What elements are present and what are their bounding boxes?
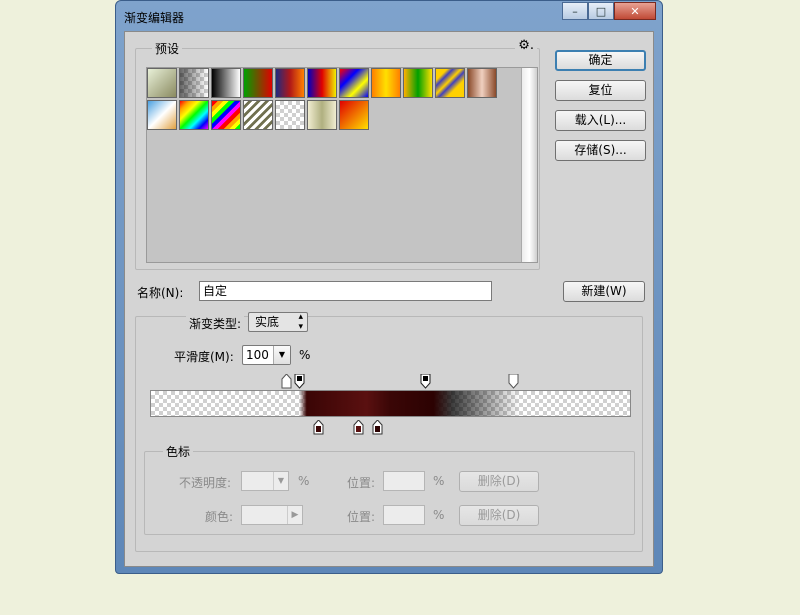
opacity-position-input[interactable] — [383, 471, 425, 491]
opacity-stop-3[interactable] — [420, 374, 431, 389]
presets-group: 预设 ⚙. — [135, 38, 540, 270]
color-swatch-field[interactable]: ▶ — [241, 505, 303, 525]
stops-group: 色标 不透明度: ▼ % 位置: % 删除(D) 颜色: ▶ 位置: % 删除(… — [144, 443, 635, 535]
presets-list — [146, 67, 538, 263]
save-button[interactable]: 存储(S)... — [555, 140, 646, 161]
preset-swatch[interactable] — [147, 68, 177, 98]
preset-swatch[interactable] — [307, 68, 337, 98]
opacity-stop-1[interactable] — [281, 374, 292, 389]
preset-swatch[interactable] — [211, 68, 241, 98]
name-input[interactable]: 自定 — [199, 281, 492, 301]
opacity-position-label: 位置: — [347, 476, 376, 490]
opacity-unit: % — [298, 474, 310, 488]
preset-swatch[interactable] — [467, 68, 497, 98]
maximize-button[interactable]: □ — [588, 2, 614, 20]
preset-swatch[interactable] — [211, 100, 241, 130]
opacity-field[interactable]: ▼ — [241, 471, 289, 491]
color-label: 颜色: — [205, 510, 234, 524]
delete-color-stop-button[interactable]: 删除(D) — [459, 505, 539, 526]
presets-swatch-area — [136, 49, 539, 269]
gradient-preview-bar[interactable] — [150, 390, 631, 417]
window-title: 渐变编辑器 — [124, 11, 185, 25]
presets-scrollbar[interactable] — [521, 68, 537, 262]
preset-swatch[interactable] — [147, 100, 177, 130]
preset-swatch[interactable] — [275, 68, 305, 98]
gradient-editor-window: 渐变编辑器 – □ ✕ 预设 ⚙. 确定 复位 载入(L)... 存储(S)..… — [115, 0, 663, 574]
opacity-stop-4[interactable] — [508, 374, 519, 389]
preset-swatch[interactable] — [243, 68, 273, 98]
gradient-type-label: 渐变类型: — [186, 315, 245, 332]
preset-swatch[interactable] — [403, 68, 433, 98]
minimize-button[interactable]: – — [562, 2, 588, 20]
preset-swatch[interactable] — [339, 100, 369, 130]
gradient-group: 渐变类型: 实底 ▴ ▾ 平滑度(M): 100 ▼ % 色标 不透明度: ▼ … — [135, 312, 643, 552]
preset-swatch[interactable] — [371, 68, 401, 98]
color-position-label: 位置: — [347, 510, 376, 524]
chevron-down-icon[interactable]: ▼ — [273, 472, 288, 490]
gradient-type-value: 实底 — [255, 315, 280, 329]
smoothness-field[interactable]: 100 ▼ — [242, 345, 291, 365]
name-label: 名称(N): — [137, 286, 184, 300]
color-position-input[interactable] — [383, 505, 425, 525]
load-button[interactable]: 载入(L)... — [555, 110, 646, 131]
opacity-position-unit: % — [433, 474, 445, 488]
smoothness-unit: % — [299, 348, 311, 362]
reset-button[interactable]: 复位 — [555, 80, 646, 101]
gradient-type-select[interactable]: 实底 ▴ ▾ — [248, 312, 308, 332]
color-stop-2[interactable] — [353, 420, 364, 435]
color-position-unit: % — [433, 508, 445, 522]
color-stop-3[interactable] — [372, 420, 383, 435]
chevron-right-icon[interactable]: ▶ — [287, 506, 302, 524]
preset-swatch[interactable] — [243, 100, 273, 130]
up-down-icon: ▴ ▾ — [298, 312, 303, 332]
chevron-down-icon[interactable]: ▼ — [273, 346, 290, 364]
close-button[interactable]: ✕ — [614, 2, 656, 20]
smoothness-label: 平滑度(M): — [174, 350, 234, 364]
preset-swatch[interactable] — [179, 100, 209, 130]
delete-opacity-stop-button[interactable]: 删除(D) — [459, 471, 539, 492]
opacity-stop-2[interactable] — [294, 374, 305, 389]
title-bar[interactable]: 渐变编辑器 – □ ✕ — [116, 1, 662, 31]
new-button[interactable]: 新建(W) — [563, 281, 645, 302]
ok-button[interactable]: 确定 — [555, 50, 646, 71]
opacity-label: 不透明度: — [179, 476, 232, 490]
preset-swatch[interactable] — [179, 68, 209, 98]
stops-legend: 色标 — [163, 443, 194, 460]
preset-swatch[interactable] — [275, 100, 305, 130]
preset-swatch[interactable] — [435, 68, 465, 98]
color-stop-1[interactable] — [313, 420, 324, 435]
preset-swatch[interactable] — [339, 68, 369, 98]
preset-swatch[interactable] — [307, 100, 337, 130]
smoothness-value: 100 — [246, 348, 269, 362]
dialog-client: 预设 ⚙. 确定 复位 载入(L)... 存储(S)... 名称(N): 自定 … — [124, 31, 654, 567]
